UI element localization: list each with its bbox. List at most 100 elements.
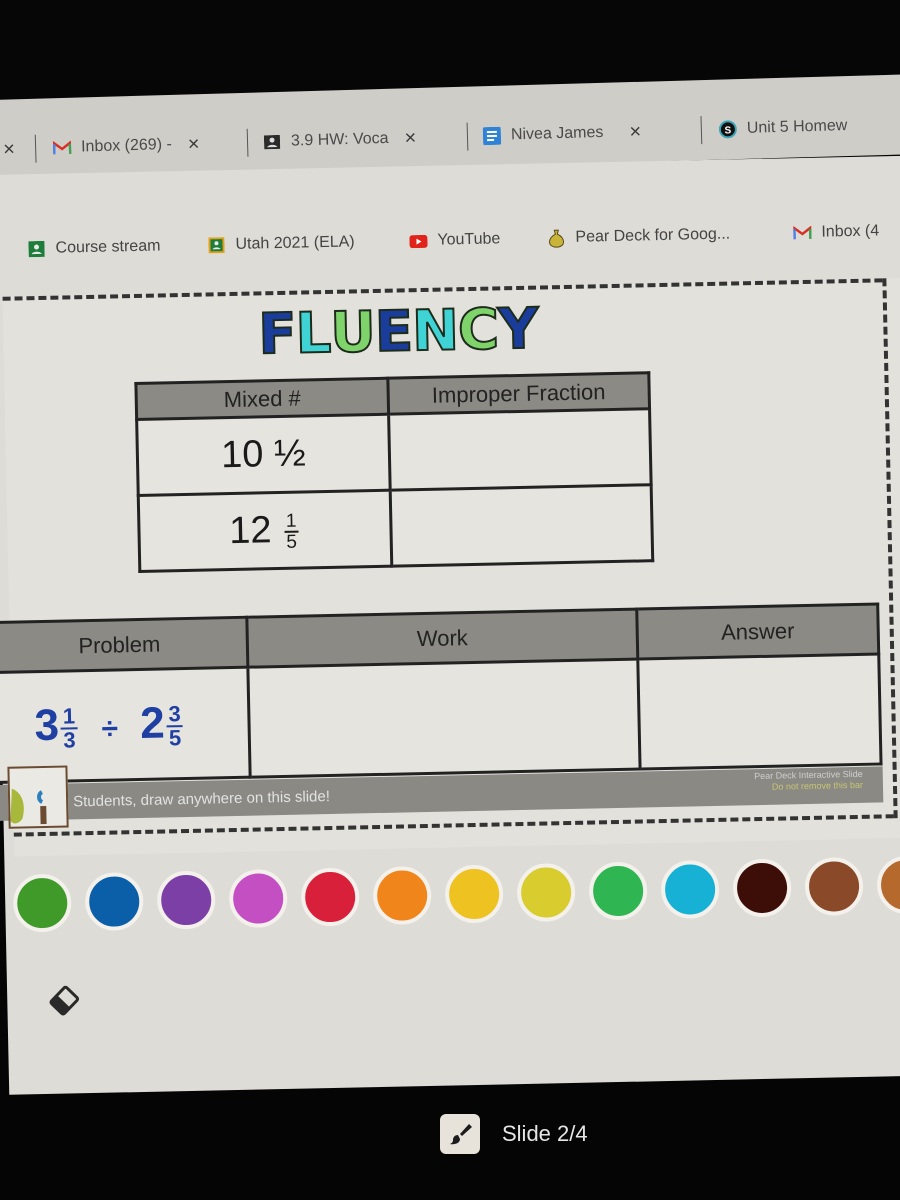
mixed-number-cell: 10 ½ [136, 414, 391, 496]
mixed-number-cell: 12 1 5 [138, 490, 392, 572]
color-swatch-green[interactable] [12, 873, 72, 933]
improper-fraction-cell[interactable] [390, 484, 653, 567]
pear-deck-logo [7, 765, 69, 829]
title-letter: C [456, 296, 499, 364]
color-swatch-brown[interactable] [804, 856, 864, 917]
tab-gmail-inbox[interactable]: Inbox (269) - × [52, 126, 200, 166]
problem-a-fraction: 13 [60, 703, 78, 753]
close-icon[interactable]: × [404, 127, 416, 150]
header-work: Work [246, 609, 638, 668]
work-cell[interactable] [247, 659, 641, 778]
youtube-icon [409, 232, 428, 250]
table-row: 12 1 5 [138, 484, 653, 572]
header-problem: Problem [0, 617, 248, 673]
color-swatch-yellow[interactable] [516, 862, 576, 923]
color-swatch-orange[interactable] [372, 865, 432, 926]
close-icon[interactable]: × [187, 133, 199, 156]
problem-b-fraction: 35 [166, 701, 184, 751]
svg-text:S: S [724, 125, 731, 136]
answer-cell[interactable] [637, 653, 882, 770]
tab-schoology-unit5[interactable]: S Unit 5 Homew [718, 108, 848, 148]
denominator: 5 [168, 724, 182, 751]
browser-content: Course stream Utah 2021 (ELA) YouTube Pe… [0, 155, 900, 1095]
tab-label: Unit 5 Homew [746, 117, 848, 137]
tab-docs-nivea[interactable]: Nivea James × [482, 114, 641, 154]
bookmark-pear-deck[interactable]: Pear Deck for Goog... [547, 220, 730, 254]
bookmark-label: Inbox (4 [821, 222, 880, 241]
slide-border-right [882, 278, 898, 819]
title-letter: N [410, 297, 459, 365]
header-answer: Answer [636, 604, 879, 660]
title-letter: F [257, 300, 298, 368]
numerator: 1 [283, 511, 299, 533]
tab-separator [246, 128, 249, 157]
google-classroom-icon [27, 240, 45, 258]
drawing-color-palette [5, 855, 900, 945]
tab-label: Inbox (269) - [80, 135, 173, 156]
mixed-number-whole: 10 [220, 433, 264, 477]
header-mixed-number: Mixed # [135, 378, 389, 420]
color-swatch-sky-blue[interactable] [660, 859, 720, 920]
bookmarks-bar: Course stream Utah 2021 (ELA) YouTube Pe… [0, 215, 900, 275]
bookmark-youtube[interactable]: YouTube [409, 224, 501, 256]
tab-separator [700, 116, 703, 145]
problem-table: Problem Work Answer 313 ÷ 235 [0, 602, 883, 784]
close-icon[interactable]: × [3, 138, 15, 161]
slide-number-label: Slide 2/4 [502, 1121, 588, 1146]
problem-a-whole: 3 [34, 700, 60, 751]
title-letter: L [294, 299, 332, 367]
mixed-number-fraction: ½ [273, 432, 307, 476]
tab-separator [34, 134, 37, 163]
numerator: 1 [60, 703, 78, 730]
numerator: 3 [166, 701, 184, 728]
draw-banner-text: Students, draw anywhere on this slide! [72, 787, 331, 810]
slide-title-fluency: FLUENCY [257, 294, 540, 370]
tab-label: Nivea James [510, 123, 604, 144]
google-docs-icon [482, 126, 502, 146]
tab-partial-close[interactable]: × [3, 131, 16, 167]
mixed-number-whole: 12 [228, 509, 273, 553]
eraser-tool[interactable] [47, 983, 82, 1018]
denominator: 5 [286, 531, 298, 553]
title-letter: E [373, 298, 414, 366]
bookmark-utah-ela[interactable]: Utah 2021 (ELA) [207, 227, 355, 260]
color-swatch-yellow-orange[interactable] [444, 864, 504, 924]
bookmark-label: Utah 2021 (ELA) [235, 233, 355, 253]
color-swatch-pink[interactable] [228, 868, 288, 929]
paintbrush-icon [450, 1124, 472, 1145]
slide-indicator: Slide 2/4 [440, 1114, 588, 1154]
color-swatch-purple[interactable] [156, 870, 216, 930]
bookmark-label: Course stream [55, 237, 161, 257]
table-row: 313 ÷ 235 [0, 653, 882, 783]
table-row: 10 ½ [136, 408, 652, 496]
division-operator: ÷ [101, 712, 119, 747]
tab-separator [466, 122, 469, 151]
header-improper-fraction: Improper Fraction [387, 372, 650, 415]
bookmark-gmail-inbox[interactable]: Inbox (4 [793, 216, 879, 248]
improper-fraction-cell[interactable] [388, 408, 652, 491]
color-swatch-tan-brown[interactable] [876, 855, 900, 915]
bookmark-course-stream[interactable]: Course stream [27, 231, 161, 264]
pear-deck-badge: Pear Deck Interactive Slide Do not remov… [754, 769, 863, 793]
tab-label: 3.9 HW: Voca [290, 129, 389, 150]
color-swatch-blue[interactable] [84, 871, 144, 932]
pear-deck-icon [547, 229, 565, 248]
tab-classroom-hw[interactable]: 3.9 HW: Voca × [263, 120, 417, 160]
eraser-icon [49, 985, 80, 1016]
denominator: 3 [63, 727, 76, 753]
close-icon[interactable]: × [629, 120, 641, 143]
fluency-table: Mixed # Improper Fraction 10 ½ 12 1 5 [134, 371, 654, 573]
drawing-tool-button[interactable] [440, 1114, 480, 1154]
pear-deck-badge-subtitle: Do not remove this bar [771, 779, 864, 792]
google-classroom-icon [263, 133, 281, 151]
title-letter: U [329, 298, 377, 366]
gmail-icon [52, 139, 72, 157]
color-swatch-red[interactable] [300, 867, 360, 927]
color-swatch-light-green[interactable] [588, 861, 648, 921]
color-swatch-dark-brown[interactable] [732, 858, 792, 918]
bookmark-label: YouTube [437, 230, 501, 249]
screen: × Inbox (269) - × 3.9 HW: Voca × Nivea J… [0, 0, 900, 1200]
pear-deck-slide[interactable]: FLUENCY Mixed # Improper Fraction 10 ½ 1… [0, 277, 900, 857]
bookmark-label: Pear Deck for Goog... [575, 225, 731, 246]
problem-b-whole: 2 [139, 698, 166, 749]
